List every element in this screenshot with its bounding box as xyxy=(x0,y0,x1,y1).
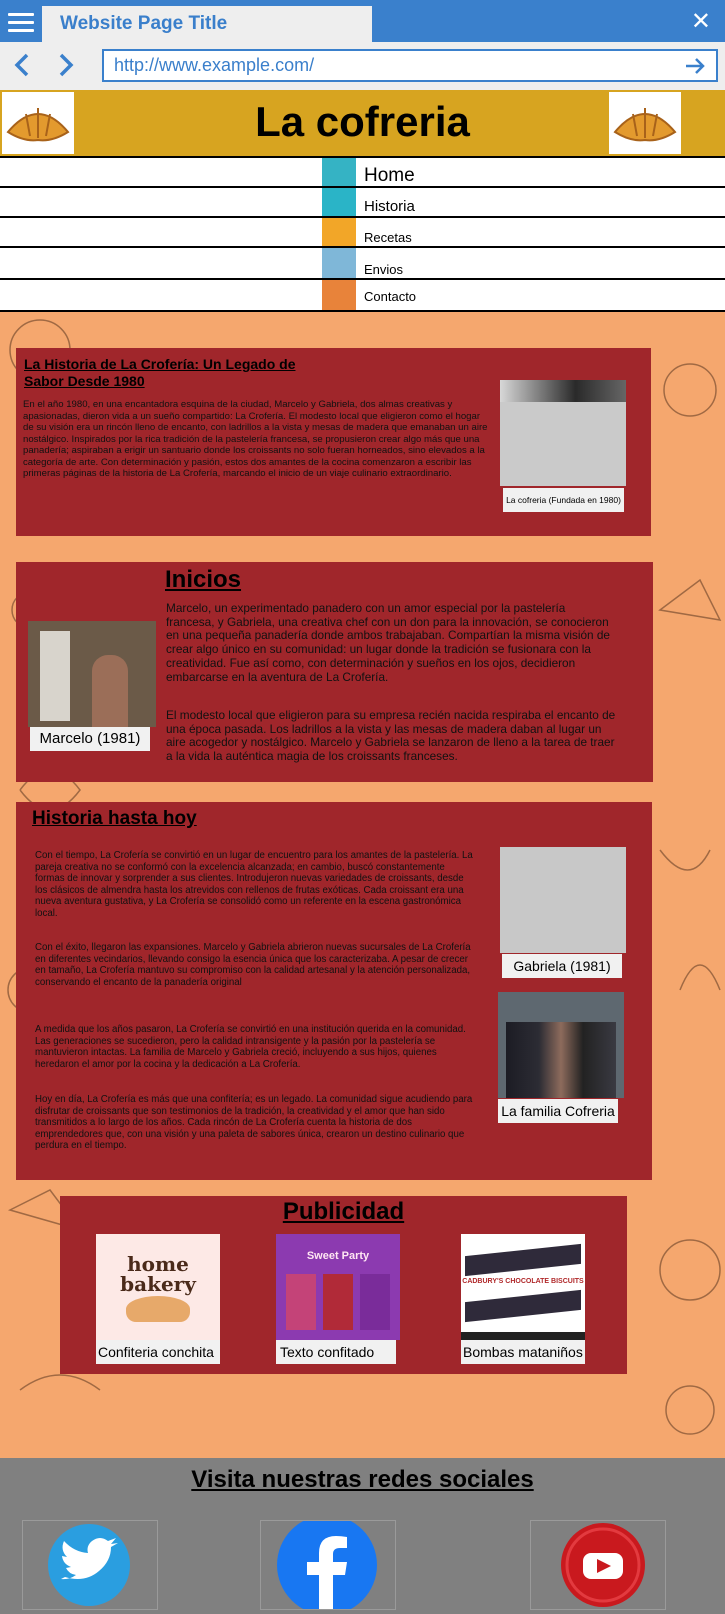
url-text: http://www.example.com/ xyxy=(114,55,315,75)
recipe-icon xyxy=(322,218,356,248)
croissant-icon xyxy=(609,92,681,154)
section-title: Inicios xyxy=(165,566,242,593)
footer: Visita nuestras redes sociales xyxy=(0,1458,725,1614)
section-text: Con el tiempo, La Crofería se convirtió … xyxy=(35,850,473,919)
section-text: A medida que los años pasaron, La Crofer… xyxy=(35,1024,466,1070)
social-link-facebook[interactable] xyxy=(260,1515,396,1614)
book-icon xyxy=(322,188,356,216)
ad-caption: Texto confitado xyxy=(276,1340,396,1364)
shop-icon xyxy=(322,158,356,188)
nav-label: Recetas xyxy=(364,230,412,245)
nav-item-recetas[interactable]: Recetas xyxy=(0,216,725,248)
ad-caption: Confiteria conchita xyxy=(96,1340,220,1364)
go-arrow-icon[interactable] xyxy=(684,55,706,77)
ad-image[interactable]: CADBURY'S CHOCOLATE BISCUITS xyxy=(461,1234,585,1340)
delivery-icon xyxy=(322,248,356,280)
web-page: La cofreria Home Historia Recetas Envios… xyxy=(0,90,725,1614)
hamburger-menu-icon[interactable] xyxy=(8,10,34,34)
marcelo-photo xyxy=(28,621,156,727)
section-text: En el año 1980, en una encantadora esqui… xyxy=(23,399,488,479)
photo-caption: Gabriela (1981) xyxy=(502,954,622,978)
close-icon[interactable]: ✕ xyxy=(691,8,711,36)
family-photo xyxy=(498,992,624,1098)
section-text: Marcelo, un experimentado panadero con u… xyxy=(166,601,610,684)
social-link-twitter[interactable] xyxy=(22,1520,158,1610)
historia-section: La Historia de La Crofería: Un Legado de… xyxy=(16,348,651,536)
photo-caption: La familia Cofreria xyxy=(498,1099,618,1123)
ad-logo-text: home bakery xyxy=(120,1252,196,1296)
social-link-youtube[interactable] xyxy=(530,1520,666,1610)
ad-logo-text: CADBURY'S CHOCOLATE BISCUITS xyxy=(462,1278,584,1285)
nav-item-home[interactable]: Home xyxy=(0,156,725,188)
nav-label: Contacto xyxy=(364,289,417,304)
nav-item-historia[interactable]: Historia xyxy=(0,186,725,216)
footer-title: Visita nuestras redes sociales xyxy=(191,1466,534,1493)
publicidad-section: Publicidad home bakery Confiteria conchi… xyxy=(60,1196,627,1374)
ad-image[interactable]: home bakery xyxy=(96,1234,220,1340)
section-text: Con el éxito, llegaron las expansiones. … xyxy=(35,942,471,988)
forward-arrow-icon[interactable] xyxy=(52,52,78,78)
historia-photo xyxy=(500,380,626,486)
gabriela-photo xyxy=(500,847,626,953)
inicios-section: Inicios Marcelo (1981) Marcelo, un exper… xyxy=(16,562,653,782)
historia-hoy-section: Historia hasta hoy Con el tiempo, La Cro… xyxy=(16,802,652,1180)
address-bar[interactable]: http://www.example.com/ xyxy=(102,49,718,82)
browser-tab[interactable]: Website Page Title xyxy=(42,6,372,42)
twitter-icon xyxy=(48,1524,130,1606)
browser-chrome: Website Page Title ✕ http://www.example.… xyxy=(0,0,725,90)
facebook-icon xyxy=(277,1515,377,1614)
photo-caption: Marcelo (1981) xyxy=(30,727,150,751)
nav-item-envios[interactable]: Envios xyxy=(0,246,725,280)
section-text: Hoy en día, La Crofería es más que una c… xyxy=(35,1094,473,1151)
nav-label: Historia xyxy=(364,198,415,215)
photo-caption: La cofreria (Fundada en 1980) xyxy=(503,488,624,512)
section-text: El modesto local que eligieron para su e… xyxy=(166,708,616,764)
section-title: Publicidad xyxy=(282,1198,405,1225)
tab-title: Website Page Title xyxy=(60,13,228,34)
contact-icon xyxy=(322,280,356,310)
browser-toolbar: http://www.example.com/ xyxy=(0,42,725,90)
section-title: Historia hasta hoy xyxy=(32,808,197,829)
ad-image[interactable]: Sweet Party xyxy=(276,1234,400,1340)
back-arrow-icon[interactable] xyxy=(10,52,36,78)
nav-label: Envios xyxy=(364,262,404,277)
ad-caption: Bombas mataniños xyxy=(461,1340,585,1364)
nav-label: Home xyxy=(364,165,415,186)
section-title: La Historia de La Crofería: Un Legado de… xyxy=(24,356,296,389)
ad-logo-text: Sweet Party xyxy=(306,1250,370,1262)
nav-item-contacto[interactable]: Contacto xyxy=(0,278,725,312)
site-header: La cofreria xyxy=(0,90,725,158)
youtube-icon xyxy=(561,1523,645,1607)
